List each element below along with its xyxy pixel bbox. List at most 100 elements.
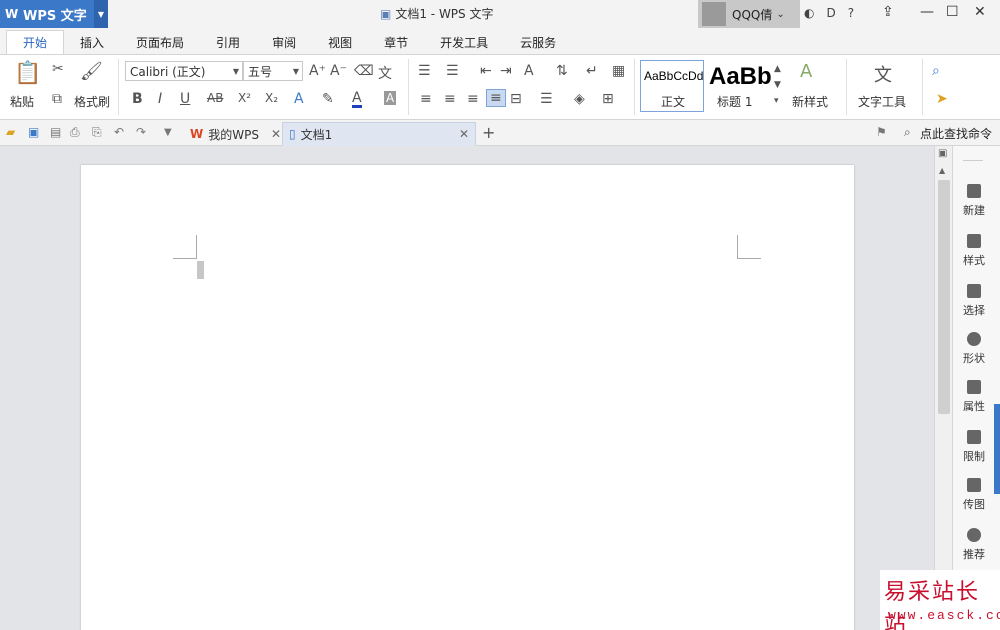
maximize-button[interactable]: ☐ xyxy=(946,4,959,20)
scroll-up-icon[interactable]: ▲ xyxy=(939,166,945,175)
text-tools-icon[interactable]: 文 xyxy=(874,61,892,87)
char-shading-icon[interactable]: A xyxy=(384,91,397,105)
cut-icon[interactable]: ✂ xyxy=(52,61,64,77)
save-icon[interactable]: ▣ xyxy=(28,125,39,139)
tab-home[interactable]: 开始 xyxy=(6,30,65,54)
preview-icon[interactable]: ⎘ xyxy=(92,125,102,140)
tab-developer[interactable]: 开发工具 xyxy=(424,30,504,54)
panel-restrict[interactable]: 限制 xyxy=(953,430,995,464)
paste-button[interactable]: 粘贴 xyxy=(10,93,34,110)
copy-icon[interactable]: ⧉ xyxy=(52,91,62,107)
tab-review[interactable]: 审阅 xyxy=(256,30,312,54)
panel-style[interactable]: 样式 xyxy=(953,234,995,268)
chevron-down-icon[interactable]: ▼ xyxy=(94,0,108,28)
undo-icon[interactable]: ↶ xyxy=(114,125,124,139)
highlight-icon[interactable]: ✎ xyxy=(322,91,334,107)
customize-icon[interactable]: ▼ xyxy=(164,127,172,138)
underline-button[interactable]: U xyxy=(180,91,190,107)
app-menu-button[interactable]: W WPS 文字 ▼ xyxy=(0,0,108,28)
text-tools-button[interactable]: 文字工具 xyxy=(858,93,906,110)
style-heading1[interactable]: AaBb 标题 1 xyxy=(706,60,772,112)
doc-tab-mywps[interactable]: W 我的WPS ✕ xyxy=(184,122,287,146)
close-icon[interactable]: ✕ xyxy=(271,127,281,141)
panel-recommend[interactable]: 推荐 xyxy=(953,528,995,562)
grow-font-icon[interactable]: A⁺ xyxy=(309,63,326,79)
distribute-icon[interactable]: ⊟ xyxy=(510,91,522,107)
align-right-icon[interactable]: ≡ xyxy=(467,91,479,107)
font-size-select[interactable]: 五号 ▼ xyxy=(243,61,303,81)
upload-icon[interactable]: ⇪ xyxy=(882,4,894,20)
numbering-icon[interactable]: ☰ xyxy=(446,63,459,79)
scroll-thumb[interactable] xyxy=(938,180,950,414)
open-icon[interactable]: ▰ xyxy=(6,125,15,139)
new-tab-icon[interactable]: + xyxy=(482,123,495,142)
decrease-indent-icon[interactable]: ⇤ xyxy=(480,63,492,79)
panel-upload-image[interactable]: 传图 xyxy=(953,478,995,512)
new-style-icon[interactable]: A xyxy=(800,61,812,82)
new-doc-icon xyxy=(967,184,981,198)
border-icon[interactable]: ⊞ xyxy=(602,91,614,107)
close-icon[interactable]: ✕ xyxy=(459,127,469,141)
justify-icon[interactable]: ≡ xyxy=(486,89,506,107)
shading-icon[interactable]: ◈ xyxy=(574,91,585,107)
sort-icon[interactable]: ⇅ xyxy=(556,63,568,79)
strikethrough-button[interactable]: AB xyxy=(207,91,223,105)
bold-button[interactable]: B xyxy=(132,91,143,107)
increase-indent-icon[interactable]: ⇥ xyxy=(500,63,512,79)
tab-references[interactable]: 引用 xyxy=(200,30,256,54)
close-button[interactable]: ✕ xyxy=(974,4,986,20)
phonetic-icon[interactable]: 文 xyxy=(378,63,392,83)
table-icon[interactable]: ▦ xyxy=(612,63,625,79)
format-painter-icon[interactable]: 🖌 xyxy=(80,61,103,82)
redo-icon[interactable]: ↷ xyxy=(136,125,146,139)
doc-tab-document1[interactable]: ▯ 文档1 ✕ xyxy=(282,122,476,146)
select-pointer-icon[interactable]: ➤ xyxy=(936,91,948,107)
panel-properties[interactable]: 属性 xyxy=(953,380,995,414)
minimize-button[interactable]: — xyxy=(920,4,934,20)
search-command[interactable]: 点此查找命令 xyxy=(920,125,992,142)
font-name-select[interactable]: Calibri (正文) ▼ xyxy=(125,61,243,81)
panel-collapse-handle[interactable] xyxy=(994,404,1000,494)
document-page[interactable] xyxy=(81,165,854,630)
panel-properties-label: 属性 xyxy=(963,400,985,413)
align-left-icon[interactable]: ≡ xyxy=(420,91,432,107)
new-style-button[interactable]: 新样式 xyxy=(792,93,828,110)
vertical-scrollbar[interactable]: ▣ ▲ xyxy=(934,146,952,630)
export-icon[interactable]: ▤ xyxy=(50,125,61,139)
find-icon[interactable]: ⌕ xyxy=(932,63,940,79)
style-gallery-scroll[interactable]: ▲ ▼ ▾ xyxy=(774,61,781,109)
panel-shape[interactable]: 形状 xyxy=(953,332,995,366)
bullets-icon[interactable]: ☰ xyxy=(418,63,431,79)
tab-section[interactable]: 章节 xyxy=(368,30,424,54)
italic-button[interactable]: I xyxy=(158,91,162,107)
tab-cloud[interactable]: 云服务 xyxy=(504,30,572,54)
subscript-button[interactable]: X₂ xyxy=(265,91,278,105)
format-painter-button[interactable]: 格式刷 xyxy=(74,93,110,110)
clear-format-icon[interactable]: ⌫ xyxy=(354,63,374,79)
tab-insert[interactable]: 插入 xyxy=(64,30,120,54)
panel-new[interactable]: 新建 xyxy=(953,184,995,218)
tab-view[interactable]: 视图 xyxy=(312,30,368,54)
feedback-icon[interactable]: D xyxy=(826,6,835,20)
panel-select[interactable]: 选择 xyxy=(953,284,995,318)
image-icon xyxy=(967,478,981,492)
font-color-icon[interactable]: A xyxy=(352,91,362,108)
search-icon[interactable]: ⌕ xyxy=(904,125,911,140)
align-center-icon[interactable]: ≡ xyxy=(444,91,456,107)
print-icon[interactable]: ⎙ xyxy=(70,125,80,140)
split-view-icon[interactable]: ▣ xyxy=(938,148,947,159)
user-account[interactable]: QQQ倩 ⌄ xyxy=(698,0,800,28)
paragraph-mark-icon[interactable]: ↵ xyxy=(586,63,598,79)
line-spacing-icon[interactable]: ☰ xyxy=(540,91,553,107)
superscript-button[interactable]: X² xyxy=(238,91,251,105)
paste-icon[interactable]: 📋 xyxy=(14,61,41,86)
skin-icon[interactable]: ◐ xyxy=(804,6,814,20)
tab-page-layout[interactable]: 页面布局 xyxy=(120,30,200,54)
text-effect-icon[interactable]: A xyxy=(294,91,304,107)
char-size-icon[interactable]: A xyxy=(524,63,534,79)
pin-icon[interactable]: ⚑ xyxy=(876,125,887,139)
shrink-font-icon[interactable]: A⁻ xyxy=(330,63,347,79)
user-menu-icon[interactable]: ⌄ xyxy=(776,9,784,20)
help-icon[interactable]: ? xyxy=(848,6,854,20)
style-normal[interactable]: AaBbCcDd 正文 xyxy=(640,60,704,112)
